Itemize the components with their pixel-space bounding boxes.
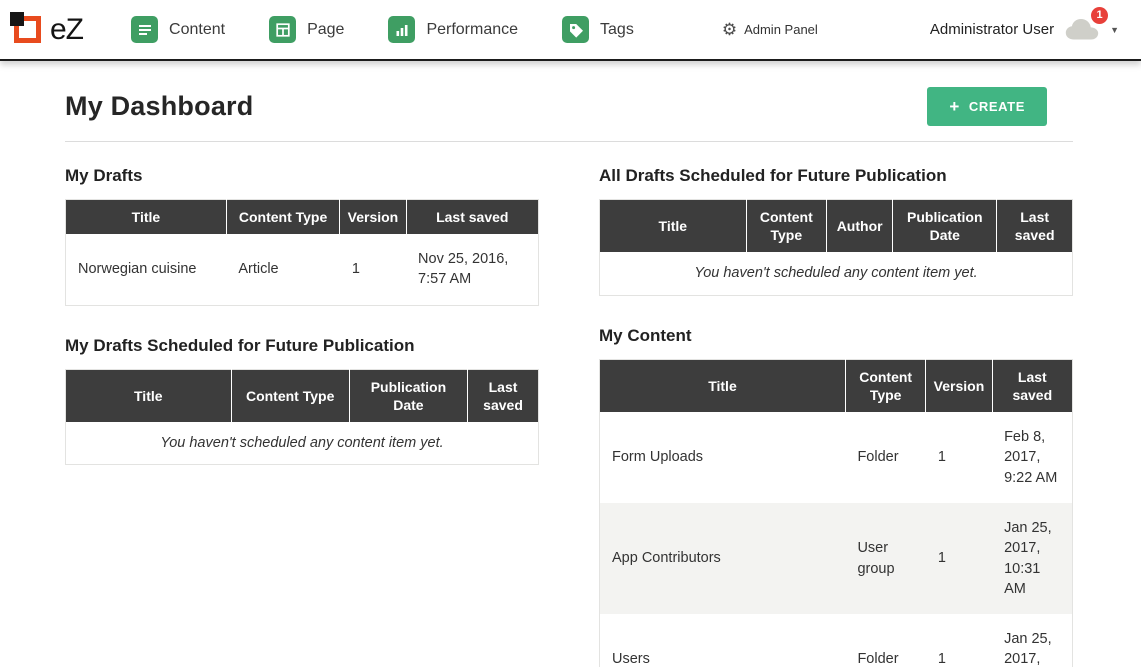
column-header: Last saved: [406, 200, 538, 235]
all-drafts-scheduled-heading: All Drafts Scheduled for Future Publicat…: [599, 166, 1073, 186]
page-title: My Dashboard: [65, 91, 253, 122]
dashboard-page: My Dashboard + CREATE My Drafts TitleCon…: [0, 87, 1141, 667]
table-row[interactable]: App ContributorsUser group1Jan 25, 2017,…: [600, 503, 1073, 614]
table-cell: Folder: [845, 412, 925, 503]
column-header: Version: [340, 200, 406, 235]
content-icon: [131, 16, 158, 43]
my-drafts-scheduled-heading: My Drafts Scheduled for Future Publicati…: [65, 336, 539, 356]
ez-logo[interactable]: eZ: [14, 13, 83, 47]
column-header: Version: [926, 359, 992, 412]
right-column: All Drafts Scheduled for Future Publicat…: [599, 166, 1073, 667]
column-header: Content Type: [226, 200, 340, 235]
empty-message: You haven't scheduled any content item y…: [600, 252, 1073, 295]
main-nav: Content Page Performance Tags: [131, 16, 634, 43]
empty-row: You haven't scheduled any content item y…: [66, 422, 539, 465]
table-cell: Folder: [845, 614, 925, 667]
my-content-section: My Content TitleContent TypeVersionLast …: [599, 326, 1073, 667]
table-cell: Nov 25, 2016, 7:57 AM: [406, 234, 538, 305]
nav-label-content: Content: [169, 21, 225, 39]
nav-label-page: Page: [307, 21, 344, 39]
nav-label-performance: Performance: [426, 21, 518, 39]
column-header: Author: [827, 200, 893, 253]
table-cell: App Contributors: [600, 503, 846, 614]
performance-icon: [388, 16, 415, 43]
column-header: Title: [66, 200, 227, 235]
page-header: My Dashboard + CREATE: [65, 87, 1073, 126]
my-drafts-scheduled-section: My Drafts Scheduled for Future Publicati…: [65, 336, 539, 466]
column-header: Content Type: [845, 359, 925, 412]
table-cell: Jan 25, 2017, 10:31 AM: [992, 503, 1072, 614]
table-row[interactable]: UsersFolder1Jan 25, 2017, 7:58 AM: [600, 614, 1073, 667]
nav-item-content[interactable]: Content: [131, 16, 225, 43]
table-cell: Form Uploads: [600, 412, 846, 503]
nav-item-tags[interactable]: Tags: [562, 16, 634, 43]
user-name: Administrator User: [930, 21, 1054, 38]
column-header: Content Type: [231, 369, 349, 422]
all-drafts-scheduled-section: All Drafts Scheduled for Future Publicat…: [599, 166, 1073, 296]
my-drafts-section: My Drafts TitleContent TypeVersionLast s…: [65, 166, 539, 306]
divider: [65, 141, 1073, 142]
admin-panel-link[interactable]: ⚙ Admin Panel: [722, 21, 818, 38]
nav-item-performance[interactable]: Performance: [388, 16, 518, 43]
table-cell: Jan 25, 2017, 7:58 AM: [992, 614, 1072, 667]
nav-label-tags: Tags: [600, 21, 634, 39]
column-header: Publication Date: [349, 369, 467, 422]
tags-icon: [562, 16, 589, 43]
user-menu[interactable]: Administrator User 1 ▼: [930, 17, 1119, 42]
column-header: Last saved: [992, 359, 1072, 412]
table-header-row: TitleContent TypePublication DateLast sa…: [66, 369, 539, 422]
my-content-table: TitleContent TypeVersionLast savedForm U…: [599, 359, 1073, 667]
table-header-row: TitleContent TypeVersionLast saved: [600, 359, 1073, 412]
ez-logo-icon: [14, 16, 41, 43]
gear-icon: ⚙: [722, 21, 737, 38]
column-header: Title: [66, 369, 232, 422]
table-row[interactable]: Norwegian cuisineArticle1Nov 25, 2016, 7…: [66, 234, 539, 305]
empty-row: You haven't scheduled any content item y…: [600, 252, 1073, 295]
topbar: eZ Content Page Performance Tags: [0, 0, 1141, 61]
chevron-down-icon: ▼: [1110, 25, 1119, 35]
left-column: My Drafts TitleContent TypeVersionLast s…: [65, 166, 539, 667]
table-cell: Article: [226, 234, 340, 305]
plus-icon: +: [949, 101, 960, 113]
column-header: Last saved: [997, 200, 1073, 253]
table-cell: Users: [600, 614, 846, 667]
column-header: Content Type: [746, 200, 826, 253]
dashboard-grid: My Drafts TitleContent TypeVersionLast s…: [65, 166, 1073, 667]
table-header-row: TitleContent TypeVersionLast saved: [66, 200, 539, 235]
page-icon: [269, 16, 296, 43]
avatar[interactable]: 1: [1064, 17, 1100, 42]
column-header: Last saved: [468, 369, 539, 422]
my-content-heading: My Content: [599, 326, 1073, 346]
my-drafts-table: TitleContent TypeVersionLast savedNorweg…: [65, 199, 539, 306]
my-drafts-scheduled-table: TitleContent TypePublication DateLast sa…: [65, 369, 539, 466]
table-cell: 1: [926, 412, 992, 503]
table-cell: User group: [845, 503, 925, 614]
table-cell: Norwegian cuisine: [66, 234, 227, 305]
table-row[interactable]: Form UploadsFolder1Feb 8, 2017, 9:22 AM: [600, 412, 1073, 503]
table-cell: 1: [926, 503, 992, 614]
table-cell: 1: [926, 614, 992, 667]
column-header: Publication Date: [893, 200, 997, 253]
all-drafts-scheduled-table: TitleContent TypeAuthorPublication DateL…: [599, 199, 1073, 296]
column-header: Title: [600, 359, 846, 412]
my-drafts-heading: My Drafts: [65, 166, 539, 186]
empty-message: You haven't scheduled any content item y…: [66, 422, 539, 465]
notification-badge[interactable]: 1: [1091, 7, 1108, 24]
table-cell: 1: [340, 234, 406, 305]
create-button[interactable]: + CREATE: [927, 87, 1047, 126]
column-header: Title: [600, 200, 747, 253]
table-cell: Feb 8, 2017, 9:22 AM: [992, 412, 1072, 503]
create-button-label: CREATE: [969, 99, 1025, 114]
table-header-row: TitleContent TypeAuthorPublication DateL…: [600, 200, 1073, 253]
ez-logo-text: eZ: [50, 13, 83, 47]
admin-panel-label: Admin Panel: [744, 22, 818, 37]
nav-item-page[interactable]: Page: [269, 16, 344, 43]
